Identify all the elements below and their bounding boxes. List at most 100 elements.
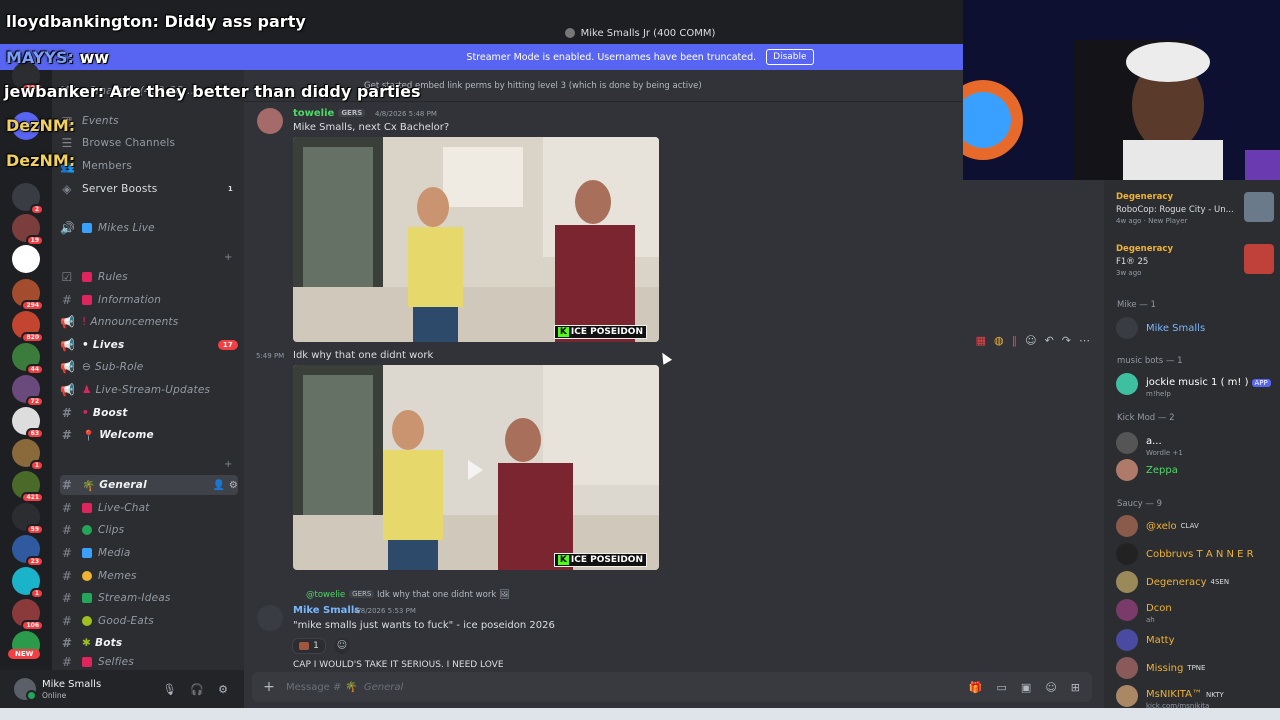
member-item[interactable]: @xelo CLAV — [1116, 514, 1278, 538]
reaction-button[interactable]: 1 — [292, 638, 326, 654]
server-icon-12[interactable]: 421 — [12, 471, 44, 503]
message-image[interactable]: K ICE POSEIDON — [293, 137, 659, 342]
channel-clips[interactable]: # Clips — [60, 520, 238, 540]
settings-gear-icon[interactable]: ⚙ — [218, 683, 228, 696]
server-icon-3[interactable]: 2 — [12, 183, 44, 215]
channel-bots[interactable]: # ✱ Bots — [60, 633, 238, 653]
settings-gear-icon[interactable]: ⚙ — [229, 480, 238, 491]
gift-icon[interactable]: 🎁 — [969, 681, 983, 694]
more-icon[interactable]: ⋯ — [1079, 334, 1090, 350]
add-reaction-icon[interactable]: ☺ — [334, 638, 350, 654]
channel-live-stream-updates[interactable]: 📢 ♟ Live-Stream-Updates — [60, 380, 238, 400]
channel-live-chat[interactable]: # Live-Chat — [60, 498, 238, 518]
server-boosts-count: 1 — [227, 185, 233, 193]
reply-preview[interactable]: @towelie GERS Idk why that one didnt work… — [306, 590, 510, 600]
server-icon-13[interactable]: 59 — [12, 503, 44, 535]
media-icon — [82, 548, 92, 558]
game-thumbnail — [1244, 192, 1274, 222]
microphone-icon[interactable]: 🎙 — [162, 683, 176, 696]
add-reaction-icon[interactable]: ☺ — [1025, 334, 1036, 350]
chat-icon — [82, 503, 92, 513]
member-item[interactable]: Cobbruvs T A N N E R — [1116, 542, 1278, 566]
megaphone-icon: 📢 — [60, 315, 76, 329]
apps-icon[interactable]: ⊞ — [1071, 681, 1080, 694]
mouse-cursor — [657, 350, 673, 365]
channel-stream-ideas[interactable]: # Stream-Ideas — [60, 588, 238, 608]
plus-icon[interactable]: + — [252, 679, 286, 695]
channel-label: Bots — [95, 637, 123, 649]
sticker-icon[interactable]: ▣ — [1021, 681, 1031, 694]
activity-card[interactable]: Degeneracy RoboCop: Rogue City - Un... 4… — [1116, 192, 1276, 236]
user-status: Online — [42, 690, 67, 700]
hash-icon: # — [61, 546, 73, 560]
server-icon-4[interactable]: 19 — [12, 214, 44, 246]
member-item[interactable]: Zeppa — [1116, 458, 1278, 482]
events-item[interactable]: ▦ Events — [60, 111, 238, 131]
channel-rules[interactable]: ☑ Rules — [60, 267, 238, 287]
avatar[interactable] — [14, 678, 37, 701]
member-item[interactable]: Degeneracy 4SEN — [1116, 570, 1278, 594]
channel-sidebar: Mike Smalls Jr (400 CO... ▦ Events ☰ Brows… — [52, 70, 244, 670]
reply-icon[interactable]: ↶ — [1045, 334, 1054, 350]
member-item[interactable]: Mike Smalls — [1116, 316, 1278, 340]
reaction-icon[interactable]: ▦ — [976, 334, 986, 350]
server-icon-15[interactable]: 1 — [12, 567, 44, 599]
browse-channels-item[interactable]: ☰ Browse Channels — [60, 133, 238, 153]
members-item[interactable]: 👥 Members — [60, 156, 238, 176]
channel-welcome[interactable]: # 📍 Welcome — [60, 425, 238, 445]
member-item[interactable]: jockie music 1 ( m! ) APP m!help — [1116, 372, 1278, 398]
channel-announcements[interactable]: 📢! Announcements — [60, 312, 238, 332]
emoji-icon[interactable]: ◍ — [994, 334, 1004, 350]
server-icon-7[interactable]: 820 — [12, 311, 44, 343]
overlay-chat-line: DezNM: — [6, 116, 76, 135]
channel-general[interactable]: # 🌴 General 👤 ⚙ — [60, 475, 238, 495]
server-icon-9[interactable]: 72 — [12, 375, 44, 407]
server-icon-5[interactable] — [12, 245, 40, 273]
message-author[interactable]: towelie GERS — [293, 108, 366, 119]
laugh-icon — [82, 571, 92, 581]
channel-memes[interactable]: # Memes — [60, 566, 238, 586]
server-icon-6[interactable]: 294 — [12, 279, 44, 311]
server-badge: 1 — [29, 588, 44, 599]
activity-card[interactable]: Degeneracy F1® 25 3w ago — [1116, 244, 1276, 288]
discord-app: Mike Smalls Jr (400 COMM) Streamer Mode … — [0, 0, 1280, 720]
channel-boost[interactable]: # • Boost — [60, 403, 238, 423]
avatar[interactable] — [257, 108, 283, 134]
channel-selfies[interactable]: # Selfies — [60, 656, 238, 668]
server-icon-10[interactable]: 63 — [12, 407, 44, 439]
avatar[interactable] — [257, 605, 283, 631]
channel-lives[interactable]: 📢 • Lives 17 — [60, 335, 238, 355]
server-boosts-item[interactable]: ◈ Server Boosts 1 — [60, 179, 238, 199]
message-composer[interactable]: + Message # 🌴 General 🎁 ▭ ▣ ☺ ⊞ — [252, 672, 1092, 702]
member-item[interactable]: Matty — [1116, 628, 1278, 652]
message-image[interactable]: K ICE POSEIDON — [293, 365, 659, 570]
channel-sub-role[interactable]: 📢 ⊖ Sub-Role — [60, 357, 238, 377]
hash-icon: # — [61, 569, 73, 583]
channel-media[interactable]: # Media — [60, 543, 238, 563]
pause-icon[interactable]: ‖ — [1012, 334, 1018, 350]
server-icon-11[interactable]: 1 — [12, 439, 44, 471]
member-item[interactable]: Missing TPNE — [1116, 656, 1278, 680]
add-channel-icon[interactable]: + — [224, 459, 232, 470]
invite-icon[interactable]: 👤 — [212, 480, 225, 491]
message-author[interactable]: Mike Smalls — [293, 605, 360, 616]
channel-information[interactable]: # Information — [60, 290, 238, 310]
forward-icon[interactable]: ↷ — [1062, 334, 1071, 350]
emoji-icon[interactable]: ☺ — [1045, 681, 1056, 694]
add-channel-icon[interactable]: + — [224, 252, 232, 263]
member-group-header: Mike — 1 — [1117, 300, 1156, 310]
member-item[interactable]: MsNIKITA™ NKTY kick.com/msnikita — [1116, 684, 1278, 710]
channel-good-eats[interactable]: # Good-Eats — [60, 611, 238, 631]
server-icon-8[interactable]: 44 — [12, 343, 44, 375]
speaker-icon: 🔊 — [60, 221, 76, 235]
server-icon-16[interactable]: 106 — [12, 599, 44, 631]
gif-icon[interactable]: ▭ — [997, 681, 1007, 694]
server-badge: 820 — [21, 332, 44, 343]
server-badge: 72 — [25, 396, 44, 407]
member-item[interactable]: a... Wordle +1 — [1116, 431, 1278, 457]
member-item[interactable]: Dcon ah — [1116, 598, 1278, 624]
disable-button[interactable]: Disable — [766, 49, 814, 65]
channel-mikes-live[interactable]: 🔊 Mikes Live — [60, 218, 238, 238]
server-icon-14[interactable]: 23 — [12, 535, 44, 567]
headphones-icon[interactable]: 🎧 — [190, 683, 204, 696]
